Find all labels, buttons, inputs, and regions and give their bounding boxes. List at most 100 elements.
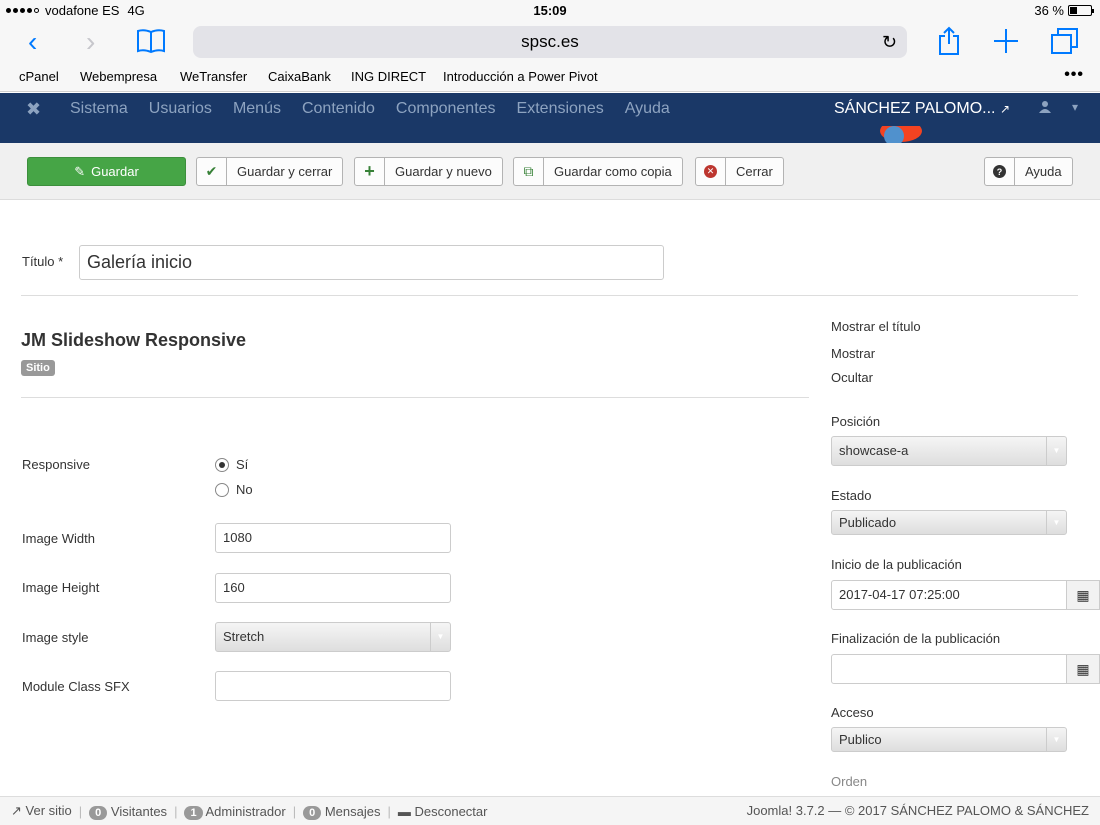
- reload-icon[interactable]: ↻: [882, 26, 897, 58]
- menu-contenido[interactable]: Contenido: [302, 100, 375, 118]
- action-toolbar: ✎ Guardar ✔ Guardar y cerrar + Guardar y…: [0, 143, 1100, 200]
- minus-icon: ▬: [397, 803, 411, 819]
- show-title-option-show[interactable]: Mostrar: [831, 346, 875, 361]
- admin-menu: Sistema Usuarios Menús Contenido Compone…: [70, 100, 670, 118]
- plus-icon: +: [355, 158, 385, 185]
- separator: |: [78, 803, 83, 819]
- admin-header-strip: [0, 126, 1100, 143]
- site-link[interactable]: SÁNCHEZ PALOMO... ↗: [834, 100, 1010, 118]
- menu-ayuda[interactable]: Ayuda: [625, 100, 670, 118]
- image-width-label: Image Width: [22, 531, 95, 546]
- menu-componentes[interactable]: Componentes: [396, 100, 496, 118]
- ios-status-bar: vodafone ES 4G 15:09 36 %: [0, 0, 1100, 22]
- show-title-option-hide[interactable]: Ocultar: [831, 370, 873, 385]
- publish-end-label: Finalización de la publicación: [831, 631, 1001, 646]
- bookmark-cpanel[interactable]: cPanel: [19, 69, 59, 84]
- site-badge: Sitio: [21, 360, 55, 376]
- close-button[interactable]: ✕ Cerrar: [695, 157, 784, 186]
- help-button[interactable]: ? Ayuda: [984, 157, 1073, 186]
- responsive-yes-radio[interactable]: Sí: [215, 457, 248, 472]
- publish-end-input[interactable]: [831, 654, 1067, 684]
- messages-link[interactable]: 0 Mensajes: [303, 804, 380, 820]
- calendar-icon[interactable]: ▦: [1067, 654, 1100, 684]
- user-caret-icon[interactable]: ▾: [1072, 100, 1078, 114]
- save-close-button[interactable]: ✔ Guardar y cerrar: [196, 157, 344, 186]
- joomla-logo-icon[interactable]: ✖: [26, 99, 46, 119]
- help-icon: ?: [985, 158, 1015, 185]
- check-icon: ✔: [197, 158, 227, 185]
- visitors-count: 0: [89, 805, 108, 820]
- radio-unchecked-icon: [215, 482, 229, 497]
- chevron-down-icon: [430, 623, 450, 651]
- address-bar[interactable]: spsc.es ↻: [193, 26, 907, 58]
- menu-menus[interactable]: Menús: [233, 100, 281, 118]
- title-label: Título *: [22, 254, 64, 269]
- position-select[interactable]: showcase-a: [831, 436, 1067, 466]
- logout-link[interactable]: ▬ Desconectar: [398, 804, 488, 819]
- bookmark-power-pivot[interactable]: Introducción a Power Pivot: [443, 69, 598, 84]
- image-width-input[interactable]: 1080: [215, 523, 451, 553]
- battery-percent: 36 %: [1034, 3, 1064, 18]
- module-class-input[interactable]: [215, 671, 451, 701]
- back-icon[interactable]: ‹: [28, 28, 37, 56]
- save-copy-button[interactable]: ⧉ Guardar como copia: [513, 157, 683, 186]
- position-label: Posición: [831, 414, 881, 429]
- close-icon: ✕: [696, 158, 726, 185]
- save-button[interactable]: ✎ Guardar: [27, 157, 186, 186]
- chevron-down-icon: [1046, 728, 1066, 751]
- edit-icon: ✎: [74, 163, 86, 179]
- site-name: SÁNCHEZ PALOMO...: [833, 100, 996, 117]
- image-style-select[interactable]: Stretch: [215, 622, 451, 652]
- responsive-no-radio[interactable]: No: [215, 482, 253, 497]
- view-site-link[interactable]: ↗ Ver sitio: [11, 803, 72, 819]
- show-title-label: Mostrar el título: [831, 319, 921, 334]
- image-height-input[interactable]: 160: [215, 573, 451, 603]
- battery-info: 36 %: [1034, 3, 1094, 18]
- tabs-icon[interactable]: [1050, 27, 1080, 58]
- admin-count: 1: [184, 805, 203, 820]
- url-text: spsc.es: [521, 32, 579, 51]
- bookmark-webempresa[interactable]: Webempresa: [80, 69, 157, 84]
- bookmark-caixabank[interactable]: CaixaBank: [268, 69, 331, 84]
- menu-sistema[interactable]: Sistema: [70, 100, 128, 118]
- title-input[interactable]: Galería inicio: [79, 245, 664, 280]
- bookmark-wetransfer[interactable]: WeTransfer: [180, 69, 247, 84]
- state-select[interactable]: Publicado: [831, 510, 1067, 535]
- image-height-label: Image Height: [22, 580, 100, 595]
- bookmarks-bar: cPanel Webempresa WeTransfer CaixaBank I…: [0, 64, 1100, 92]
- external-link-icon: ↗: [999, 102, 1010, 116]
- chevron-down-icon: [1046, 511, 1066, 534]
- publish-start-input[interactable]: 2017-04-17 07:25:00: [831, 580, 1067, 610]
- access-select[interactable]: Publico: [831, 727, 1067, 752]
- calendar-icon[interactable]: ▦: [1067, 580, 1100, 610]
- publish-start-label: Inicio de la publicación: [831, 557, 962, 572]
- forward-icon[interactable]: ›: [86, 28, 95, 56]
- more-icon[interactable]: •••: [1064, 66, 1084, 84]
- bookmark-ing-direct[interactable]: ING DIRECT: [351, 69, 426, 84]
- bookmarks-book-icon[interactable]: [136, 28, 166, 57]
- menu-usuarios[interactable]: Usuarios: [149, 100, 212, 118]
- messages-count: 0: [303, 805, 322, 820]
- visitors-link[interactable]: 0 Visitantes: [89, 804, 167, 820]
- save-new-button[interactable]: + Guardar y nuevo: [354, 157, 503, 186]
- radio-checked-icon: [215, 457, 229, 472]
- copyright: Joomla! 3.7.2 — © 2017 SÁNCHEZ PALOMO & …: [746, 803, 1089, 818]
- responsive-label: Responsive: [22, 457, 90, 472]
- user-icon[interactable]: [1038, 100, 1052, 119]
- module-type-heading: JM Slideshow Responsive: [21, 330, 247, 350]
- external-link-icon: ↗: [11, 803, 22, 818]
- admins-link[interactable]: 1 Administrador: [184, 804, 286, 820]
- chevron-down-icon: [1046, 437, 1066, 465]
- admin-navbar: ✖ Sistema Usuarios Menús Contenido Compo…: [0, 93, 1100, 126]
- separator: |: [292, 803, 297, 819]
- separator: |: [174, 803, 178, 819]
- menu-extensiones[interactable]: Extensiones: [517, 100, 604, 118]
- browser-toolbar: ‹ › spsc.es ↻: [0, 22, 1100, 64]
- status-footer: ↗ Ver sitio | 0 Visitantes | 1 Administr…: [0, 796, 1100, 825]
- separator: |: [387, 803, 391, 819]
- image-style-label: Image style: [22, 630, 89, 645]
- new-tab-plus-icon[interactable]: [993, 28, 1019, 57]
- access-label: Acceso: [831, 705, 874, 720]
- share-icon[interactable]: [937, 26, 961, 59]
- order-label: Orden: [831, 774, 868, 789]
